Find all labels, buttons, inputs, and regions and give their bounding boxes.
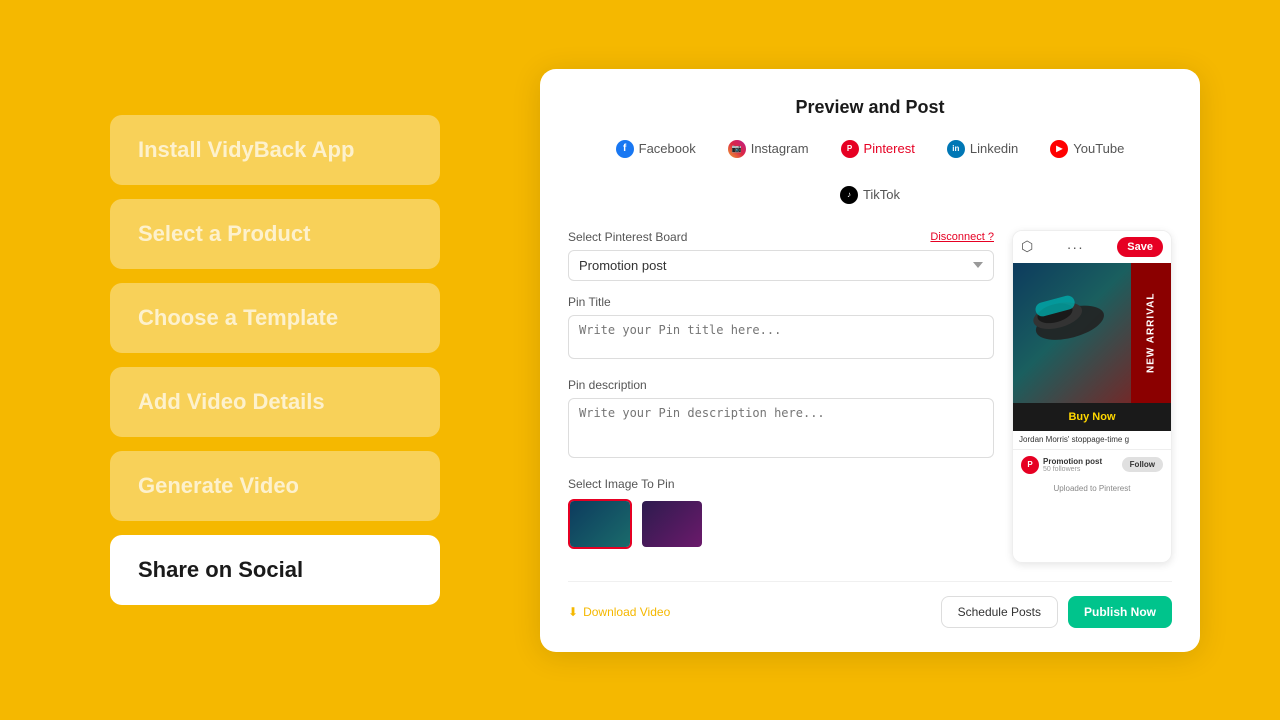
tab-linkedin-label: Linkedin bbox=[970, 141, 1018, 156]
bottom-bar: ⬇ Download Video Schedule Posts Publish … bbox=[568, 581, 1172, 628]
step-select-product[interactable]: Select a Product bbox=[110, 199, 440, 269]
board-select[interactable]: Promotion post bbox=[568, 250, 994, 281]
pin-buy-now: Buy Now bbox=[1013, 403, 1171, 431]
thumb-1[interactable] bbox=[568, 499, 632, 549]
youtube-icon: ▶ bbox=[1050, 140, 1068, 158]
shoe-svg bbox=[1022, 278, 1114, 352]
pin-board-info: P Promotion post 50 followers bbox=[1021, 456, 1102, 474]
pin-uploaded-text: Uploaded to Pinterest bbox=[1013, 480, 1171, 499]
pin-footer: P Promotion post 50 followers Follow bbox=[1013, 449, 1171, 480]
download-icon: ⬇ bbox=[568, 605, 578, 619]
pin-top-bar: ⬡ ··· Save bbox=[1013, 231, 1171, 263]
pin-title-group: Pin Title bbox=[568, 295, 994, 364]
tab-tiktok[interactable]: ♪ TikTok bbox=[834, 182, 906, 208]
board-group: Select Pinterest Board Disconnect ? Prom… bbox=[568, 230, 994, 281]
tab-pinterest[interactable]: P Pinterest bbox=[835, 136, 921, 162]
action-buttons: Schedule Posts Publish Now bbox=[941, 596, 1172, 628]
tiktok-icon: ♪ bbox=[840, 186, 858, 204]
tab-tiktok-label: TikTok bbox=[863, 187, 900, 202]
pin-title-input[interactable] bbox=[568, 315, 994, 359]
download-label: Download Video bbox=[583, 605, 670, 619]
preview-card: Preview and Post f Facebook 📷 Instagram … bbox=[540, 69, 1200, 652]
tab-linkedin[interactable]: in Linkedin bbox=[941, 136, 1024, 162]
main-panel: Preview and Post f Facebook 📷 Instagram … bbox=[480, 39, 1280, 682]
preview-title: Preview and Post bbox=[568, 97, 1172, 118]
pin-description-group: Pin description bbox=[568, 378, 994, 463]
tab-instagram-label: Instagram bbox=[751, 141, 809, 156]
pin-new-arrival: NEW ARRIVAL bbox=[1131, 263, 1171, 403]
pin-board-details: Promotion post 50 followers bbox=[1043, 457, 1102, 473]
pinterest-icon: P bbox=[841, 140, 859, 158]
linkedin-icon: in bbox=[947, 140, 965, 158]
pin-description-input[interactable] bbox=[568, 398, 994, 458]
pin-board-name: Promotion post bbox=[1043, 457, 1102, 466]
step-add-video[interactable]: Add Video Details bbox=[110, 367, 440, 437]
step-generate-video[interactable]: Generate Video bbox=[110, 451, 440, 521]
pin-preview: ⬡ ··· Save NEW ARRIVAL Buy Now Jordan Mo… bbox=[1012, 230, 1172, 563]
tab-youtube-label: YouTube bbox=[1073, 141, 1124, 156]
step-install[interactable]: Install VidyBack App bbox=[110, 115, 440, 185]
tab-instagram[interactable]: 📷 Instagram bbox=[722, 136, 815, 162]
pin-description-label: Pin description bbox=[568, 378, 647, 392]
download-link[interactable]: ⬇ Download Video bbox=[568, 605, 670, 619]
pin-board-icon: P bbox=[1021, 456, 1039, 474]
social-tabs: f Facebook 📷 Instagram P Pinterest in Li… bbox=[568, 136, 1172, 208]
tab-youtube[interactable]: ▶ YouTube bbox=[1044, 136, 1130, 162]
form-area: Select Pinterest Board Disconnect ? Prom… bbox=[568, 230, 994, 563]
pin-caption: Jordan Morris' stoppage-time g bbox=[1013, 431, 1171, 449]
content-area: Select Pinterest Board Disconnect ? Prom… bbox=[568, 230, 1172, 563]
sidebar: Install VidyBack App Select a Product Ch… bbox=[0, 75, 480, 645]
pin-image: NEW ARRIVAL bbox=[1013, 263, 1171, 403]
step-share-social[interactable]: Share on Social bbox=[110, 535, 440, 605]
instagram-icon: 📷 bbox=[728, 140, 746, 158]
pin-follow-button[interactable]: Follow bbox=[1122, 457, 1163, 472]
thumb-2[interactable] bbox=[640, 499, 704, 549]
tab-facebook[interactable]: f Facebook bbox=[610, 136, 702, 162]
schedule-posts-button[interactable]: Schedule Posts bbox=[941, 596, 1058, 628]
pin-title-label: Pin Title bbox=[568, 295, 611, 309]
step-choose-template[interactable]: Choose a Template bbox=[110, 283, 440, 353]
pin-followers: 50 followers bbox=[1043, 466, 1102, 473]
image-select-group: Select Image To Pin bbox=[568, 477, 994, 549]
pin-share-icon[interactable]: ⬡ bbox=[1021, 238, 1033, 255]
tab-facebook-label: Facebook bbox=[639, 141, 696, 156]
disconnect-link[interactable]: Disconnect ? bbox=[930, 231, 994, 243]
image-thumbnails bbox=[568, 499, 994, 549]
publish-now-button[interactable]: Publish Now bbox=[1068, 596, 1172, 628]
tab-pinterest-label: Pinterest bbox=[864, 141, 915, 156]
board-label: Select Pinterest Board bbox=[568, 230, 687, 244]
pin-options-icon[interactable]: ··· bbox=[1067, 239, 1084, 255]
images-label: Select Image To Pin bbox=[568, 477, 994, 491]
pin-save-button[interactable]: Save bbox=[1117, 237, 1163, 257]
facebook-icon: f bbox=[616, 140, 634, 158]
